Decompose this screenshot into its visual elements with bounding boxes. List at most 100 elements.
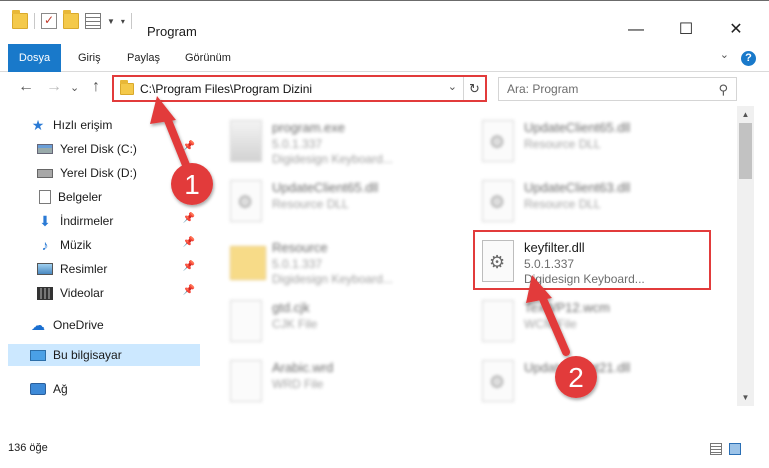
sidebar-item-pictures[interactable]: Resimler 📌 (37, 258, 200, 280)
dll-file-icon (482, 120, 514, 162)
dll-file-icon (230, 180, 262, 222)
file-icon (230, 300, 262, 342)
search-input[interactable] (499, 78, 704, 100)
file-name: TexWP12.wcm (524, 300, 610, 315)
tab-home[interactable]: Giriş (78, 44, 101, 72)
window-title: Program (147, 24, 197, 39)
title-bar: ✓ ▼ ▾ Program — ☐ ✕ (0, 0, 769, 40)
large-icons-view-icon[interactable] (729, 443, 741, 455)
dll-file-icon (482, 180, 514, 222)
file-meta: Digidesign Keyboard... (272, 152, 393, 166)
refresh-button[interactable]: ↻ (463, 77, 485, 100)
music-icon: ♪ (41, 237, 49, 253)
folder-icon[interactable] (12, 10, 28, 29)
file-item[interactable]: gtd.cjk CJK File (220, 294, 450, 350)
downloads-icon: ⬇ (39, 213, 51, 229)
quick-access-toolbar: ✓ ▼ ▾ (12, 10, 132, 29)
search-box[interactable]: ⚲ (498, 77, 737, 101)
sidebar-item-downloads[interactable]: ⬇ İndirmeler 📌 (37, 210, 200, 232)
file-meta: Resource DLL (524, 137, 601, 151)
separator (130, 13, 132, 29)
new-folder-icon[interactable] (63, 10, 79, 29)
vertical-scrollbar[interactable]: ▲ ▼ (737, 106, 754, 406)
file-icon (230, 360, 262, 402)
file-name: Arabic.wrd (272, 360, 334, 375)
sidebar-item-onedrive[interactable]: ☁ OneDrive (30, 314, 200, 336)
sidebar-item-this-pc[interactable]: Bu bilgisayar (8, 344, 200, 366)
file-item[interactable]: UpdateClient63.dll Resource DLL (472, 174, 702, 230)
tab-share[interactable]: Paylaş (127, 44, 160, 72)
separator (34, 13, 35, 29)
sidebar-item-label: Müzik (60, 238, 92, 252)
address-path[interactable]: C:\Program Files\Program Dizini (140, 82, 312, 96)
network-icon (30, 383, 46, 395)
up-button[interactable]: ↑ (92, 78, 100, 96)
scroll-thumb[interactable] (739, 123, 752, 179)
keyfilter-highlight-box (473, 230, 711, 290)
tab-view[interactable]: Görünüm (185, 44, 231, 72)
view-dropdown-icon[interactable]: ▼ (107, 17, 115, 26)
pin-icon: 📌 (182, 237, 195, 248)
sidebar-item-label: Bu bilgisayar (53, 348, 122, 362)
customize-toolbar-icon[interactable]: ▾ (121, 17, 125, 26)
file-name: UpdateClient65.dll (524, 120, 631, 135)
pin-icon: 📌 (182, 213, 195, 224)
file-meta: Resource DLL (272, 197, 349, 211)
sidebar-item-network[interactable]: Ağ (30, 378, 200, 400)
sidebar-item-label: Yerel Disk (C:) (60, 142, 137, 156)
sidebar-item-local-disk-c[interactable]: Yerel Disk (C:) 📌 (37, 138, 200, 160)
sidebar-item-documents[interactable]: Belgeler 📌 (39, 186, 200, 208)
file-name: program.exe (272, 120, 345, 135)
recent-locations-icon[interactable]: ⌄ (70, 81, 79, 94)
minimize-button[interactable]: — (613, 21, 659, 41)
pin-icon: 📌 (182, 141, 195, 152)
view-icon[interactable] (85, 13, 101, 29)
scroll-up-icon[interactable]: ▲ (737, 106, 754, 123)
tab-file[interactable]: Dosya (8, 44, 61, 72)
file-name: gtd.cjk (272, 300, 310, 315)
file-item[interactable]: UpdateClient21.dll (472, 354, 702, 406)
file-item[interactable]: UpdateClient65.dll Resource DLL (472, 114, 702, 170)
sidebar-item-label: Videolar (60, 286, 104, 300)
drive-d-icon (37, 168, 53, 178)
file-meta: Resource DLL (524, 197, 601, 211)
file-name: UpdateClient65.dll (272, 180, 379, 195)
properties-icon[interactable]: ✓ (41, 13, 57, 29)
file-item[interactable]: Arabic.wrd WRD File (220, 354, 450, 406)
help-icon[interactable]: ? (741, 51, 756, 66)
sidebar-item-music[interactable]: ♪ Müzik 📌 (37, 234, 200, 256)
maximize-button[interactable]: ☐ (663, 21, 709, 41)
this-pc-icon (30, 349, 46, 361)
folder-icon (230, 246, 266, 280)
file-meta: 5.0.1.337 (272, 137, 323, 151)
file-name: Resource (272, 240, 328, 255)
file-item[interactable]: TexWP12.wcm WCM File (472, 294, 702, 350)
sidebar-item-local-disk-d[interactable]: Yerel Disk (D:) (37, 162, 200, 184)
file-meta: WCM File (524, 317, 577, 331)
folder-item[interactable]: Resource 5.0.1.337 Digidesign Keyboard..… (220, 234, 450, 290)
file-meta: Digidesign Keyboard... (272, 272, 393, 286)
folder-icon (120, 80, 134, 95)
drive-c-icon (37, 144, 53, 154)
sidebar-item-quick-access[interactable]: ★ Hızlı erişim (30, 114, 200, 136)
pin-icon: 📌 (182, 189, 195, 200)
back-button[interactable]: ← (18, 78, 34, 96)
ribbon-tabs: Dosya Giriş Paylaş Görünüm ⌄ ? (0, 44, 769, 72)
file-item[interactable]: UpdateClient65.dll Resource DLL (220, 174, 450, 230)
address-dropdown-icon[interactable]: ⌄ (448, 80, 457, 93)
expand-ribbon-icon[interactable]: ⌄ (720, 48, 729, 61)
file-item[interactable]: program.exe 5.0.1.337 Digidesign Keyboar… (220, 114, 450, 170)
file-meta: WRD File (272, 377, 324, 391)
address-bar[interactable]: C:\Program Files\Program Dizini ⌄ ↻ (112, 75, 487, 102)
navigation-bar: ← → ⌄ ↑ C:\Program Files\Program Dizini … (0, 72, 769, 106)
forward-button[interactable]: → (46, 78, 62, 96)
search-icon: ⚲ (718, 82, 728, 97)
sidebar-item-label: Yerel Disk (D:) (60, 166, 137, 180)
close-button[interactable]: ✕ (713, 21, 759, 41)
details-view-icon[interactable] (710, 443, 722, 455)
sidebar-item-label: Resimler (60, 262, 108, 276)
sidebar-item-videos[interactable]: Videolar 📌 (37, 282, 200, 304)
scroll-down-icon[interactable]: ▼ (737, 389, 754, 406)
sidebar-item-label: OneDrive (53, 318, 104, 332)
file-name: UpdateClient63.dll (524, 180, 631, 195)
